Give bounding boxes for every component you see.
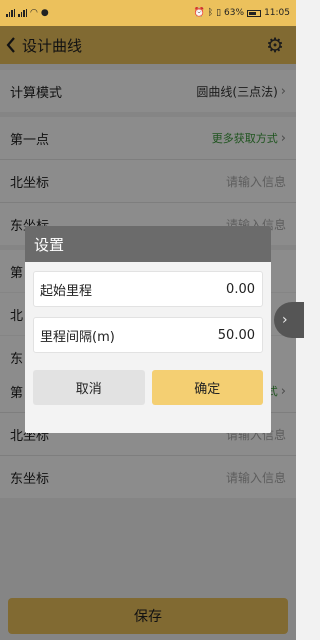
chat-icon: ●: [40, 8, 49, 18]
cancel-button[interactable]: 取消: [33, 370, 145, 405]
interval-value[interactable]: 50.00: [218, 328, 255, 343]
wifi-icon: ◠: [30, 8, 38, 18]
bluetooth-icon: ᛒ: [207, 8, 214, 18]
vibrate-icon: ▯: [216, 8, 222, 18]
alarm-icon: ⏰: [193, 8, 205, 18]
dialog-title: 设置: [25, 226, 271, 262]
confirm-button[interactable]: 确定: [151, 370, 263, 405]
clock: 11:05: [264, 8, 290, 18]
interval-label: 里程间隔(m): [40, 329, 115, 345]
settings-dialog: 设置 起始里程 0.00 里程间隔(m) 50.00 取消 确定: [25, 226, 271, 433]
signal-icon: [6, 9, 15, 17]
start-chainage-field[interactable]: 起始里程 0.00: [33, 271, 263, 307]
start-chainage-label: 起始里程: [40, 283, 93, 299]
status-right: ⏰ ᛒ ▯ 63% 11:05: [193, 8, 290, 18]
signal-icon: [18, 9, 27, 17]
battery-icon: [247, 9, 262, 17]
status-bar: ◠ ● ⏰ ᛒ ▯ 63% 11:05: [0, 0, 296, 26]
side-expand-tab[interactable]: ›: [274, 302, 304, 338]
start-chainage-value[interactable]: 0.00: [226, 282, 255, 297]
dialog-body: 起始里程 0.00 里程间隔(m) 50.00 取消 确定: [25, 262, 271, 433]
status-left: ◠ ●: [6, 8, 49, 18]
interval-field[interactable]: 里程间隔(m) 50.00: [33, 317, 263, 353]
battery-percent: 63%: [224, 8, 245, 18]
dialog-buttons: 取消 确定: [33, 370, 263, 405]
chevron-right-icon: ›: [282, 312, 288, 328]
